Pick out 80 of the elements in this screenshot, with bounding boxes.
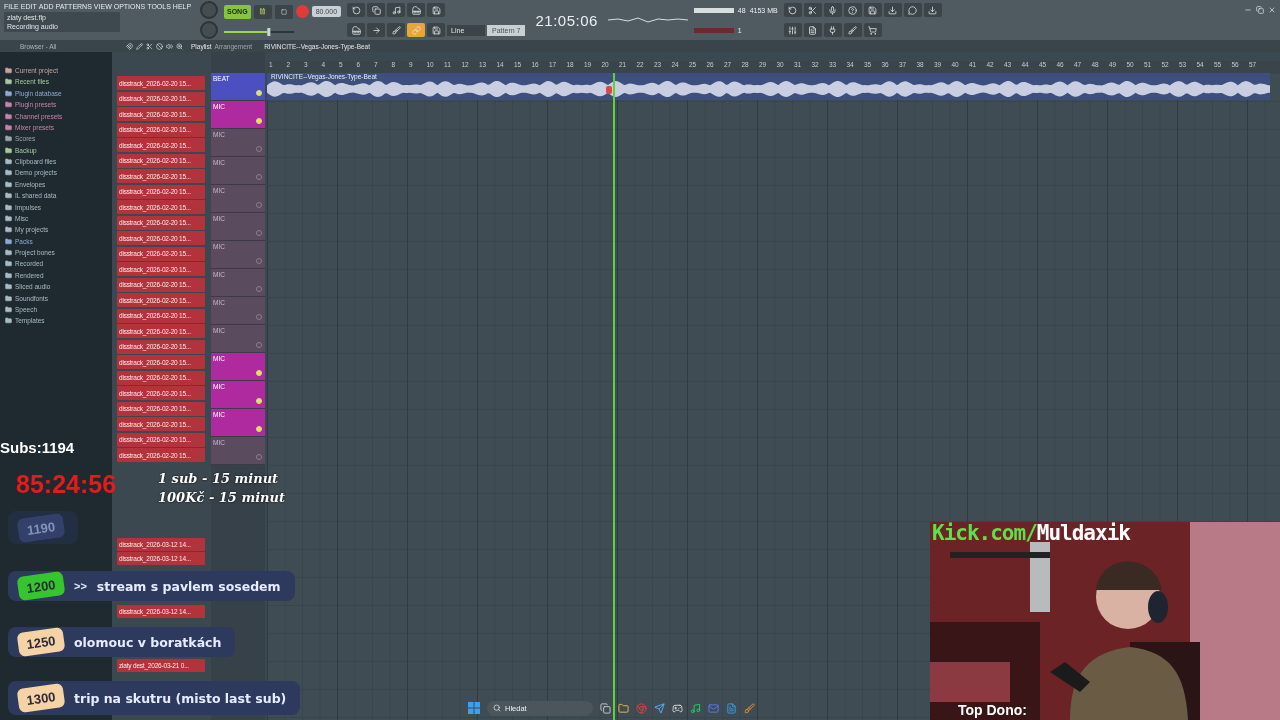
chat-icon[interactable] [908,5,918,15]
toolbar-button[interactable] [863,23,882,37]
scissors-icon[interactable] [808,5,818,15]
toolbar-button[interactable] [367,23,386,37]
subscriber-count: Subs:1194 [0,439,75,456]
copy-icon[interactable] [371,5,381,15]
download-icon[interactable] [888,5,898,15]
goal-badge: 1300 [16,682,66,714]
song-clock: 21:05:06 [534,11,599,29]
cpu-meter [693,27,734,33]
toolbar-button[interactable] [803,3,822,17]
toolbar-button[interactable] [347,23,366,37]
note-icon[interactable] [391,5,401,15]
save-icon[interactable] [431,25,441,35]
goal-badge: 1200 [16,570,66,602]
mixer-icon[interactable] [788,25,798,35]
undo-icon[interactable] [788,5,798,15]
download-icon[interactable] [928,5,938,15]
music-icon[interactable] [690,702,701,714]
slider-thumb[interactable] [267,27,271,36]
zoom-icon[interactable] [176,42,183,50]
restore-icon[interactable] [1256,6,1264,14]
scissors-icon[interactable] [146,42,153,50]
brush-icon[interactable] [744,702,755,714]
play-button[interactable] [253,4,272,19]
stop-icon[interactable] [280,8,287,15]
rate-text: 1 sub - 15 minut [158,471,279,486]
pencil-icon[interactable] [136,42,143,50]
toolbar-button[interactable] [407,3,426,17]
save-icon[interactable] [868,5,878,15]
gamepad-icon[interactable] [672,702,683,714]
microphone-icon[interactable] [828,5,838,15]
toolbar-button[interactable] [903,3,922,17]
goal-text: olomouc v boratkách [74,634,222,650]
plug-icon[interactable] [828,25,838,35]
toolbar-button[interactable] [783,23,802,37]
toolbar-button[interactable] [863,3,882,17]
rate-text: 100Kč - 15 minut [158,490,286,505]
countdown-timer: 85:24:56 [16,470,117,499]
toolbar-button[interactable] [407,23,426,37]
folder-icon[interactable] [618,702,629,714]
send-icon[interactable] [654,702,665,714]
toolbar-button[interactable] [923,3,942,17]
goal-marker: >> [74,580,87,592]
memory-meter [693,7,734,13]
stop-button[interactable] [274,4,293,19]
save-icon[interactable] [431,5,441,15]
close-icon[interactable] [1268,6,1276,14]
help-icon[interactable] [848,5,858,15]
toolbar-button[interactable] [883,3,902,17]
toolbar-button[interactable] [823,23,842,37]
goal-text: stream s pavlem sosedem [96,578,281,594]
toolbar-button[interactable] [427,23,446,37]
windows-start-icon[interactable] [468,702,480,714]
undo-icon[interactable] [351,5,361,15]
cart-icon[interactable] [868,25,878,35]
toolbar-button[interactable] [387,3,406,17]
toolbar-button[interactable] [367,3,386,17]
document-icon[interactable] [726,702,737,714]
recording-marker [606,86,612,94]
channel-site: Kick.com/ [932,521,1037,545]
toolbar-button[interactable] [843,23,862,37]
channel-name: Muldaxik [1036,521,1130,545]
toolbar-button[interactable] [387,23,406,37]
brush-icon[interactable] [391,25,401,35]
toolbar-button[interactable] [783,3,802,17]
toolbar-button[interactable] [803,23,822,37]
search-icon [493,704,501,712]
goal-text: trip na skutru (misto last sub) [74,690,287,706]
toolbar-button[interactable] [347,3,366,17]
mute-icon[interactable] [156,42,163,50]
toolbar-button[interactable] [823,3,842,17]
arrow-icon[interactable] [371,25,381,35]
toolbar-button[interactable] [427,3,446,17]
goal-badge: 1250 [16,626,66,658]
slider-track [270,30,294,33]
pause-icon[interactable] [259,8,267,15]
toolbar-button[interactable] [843,3,862,17]
top-donor-label: Top Dono: [958,702,1027,718]
brush-icon[interactable] [848,25,858,35]
